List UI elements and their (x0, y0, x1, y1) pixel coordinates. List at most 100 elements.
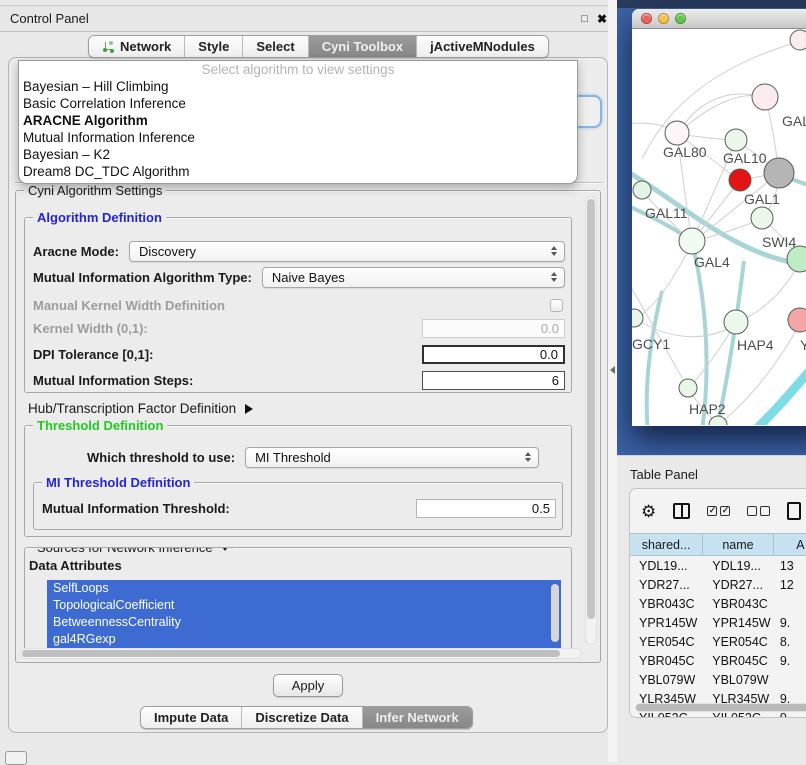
table-row[interactable]: YDR27...YDR27...12 (630, 575, 806, 594)
tab-jactivemnodules[interactable]: jActiveMNodules (417, 36, 548, 57)
mi-threshold-group: MI Threshold Definition Mutual Informati… (33, 482, 563, 530)
close-traffic-light[interactable] (641, 13, 652, 24)
hub-definition-expander[interactable]: Hub/Transcription Factor Definition (28, 401, 253, 416)
control-panel-titlebar: Control Panel □ ✖ (0, 5, 617, 32)
manual-kernel-checkbox[interactable] (550, 299, 563, 312)
dpi-tolerance-input[interactable] (422, 345, 565, 364)
mi-type-combo[interactable]: Naive Bayes (262, 267, 565, 288)
network-edge[interactable] (636, 242, 692, 319)
table-row[interactable]: YPR145WYPR145W9. (630, 613, 806, 632)
table-row[interactable]: YER054CYER054C8. (630, 632, 806, 651)
cyni-algorithm-settings-group: Cyni Algorithm Settings Algorithm Defini… (15, 190, 601, 663)
algorithm-option[interactable]: Dream8 DC_TDC Algorithm (19, 163, 577, 180)
network-node[interactable] (679, 228, 705, 254)
network-window-titlebar[interactable] (632, 9, 806, 29)
network-node[interactable] (752, 84, 778, 110)
algorithm-definition-group: Algorithm Definition Aracne Mode: Discov… (24, 217, 572, 393)
mi-threshold-input[interactable] (416, 499, 556, 518)
algorithm-option[interactable]: Mutual Information Inference (19, 129, 577, 146)
column-header[interactable]: name (703, 534, 774, 555)
network-node[interactable] (724, 310, 748, 334)
tab-cyni-toolbox[interactable]: Cyni Toolbox (309, 36, 417, 57)
column-header[interactable]: A (774, 534, 806, 555)
network-node[interactable] (709, 416, 727, 425)
settings-vertical-scrollbar[interactable] (585, 196, 597, 645)
zoom-traffic-light[interactable] (675, 13, 686, 24)
attribute-item[interactable]: SelfLoops (47, 580, 561, 597)
scrollbar-thumb[interactable] (22, 650, 560, 657)
table-cell: YBL079W (630, 673, 703, 687)
sources-title[interactable]: Sources for Network Inference (33, 547, 234, 555)
network-node[interactable] (751, 207, 773, 229)
expanded-arrow-icon (220, 547, 230, 551)
document-icon[interactable] (787, 502, 801, 520)
tab-style[interactable]: Style (185, 36, 243, 57)
algorithm-option[interactable]: Bayesian – K2 (19, 146, 577, 163)
tab-discretize-data[interactable]: Discretize Data (242, 707, 362, 728)
list-scrollbar-thumb[interactable] (551, 584, 559, 642)
network-graph[interactable]: GALGAL80GAL10GAL1GAL11SWI4GAL4GCY1HAP4YH… (632, 29, 806, 425)
checked-boxes-icon[interactable] (707, 506, 730, 516)
kernel-width-input[interactable] (422, 319, 565, 338)
tab-select[interactable]: Select (243, 36, 308, 57)
network-node[interactable] (729, 169, 751, 191)
table-horizontal-scrollbar[interactable] (635, 703, 806, 712)
float-window-icon[interactable]: □ (581, 13, 588, 25)
table-cell: YER054C (630, 635, 703, 649)
network-canvas[interactable]: GALGAL80GAL10GAL1GAL11SWI4GAL4GCY1HAP4YH… (632, 29, 806, 425)
table-cell: 9. (774, 654, 806, 668)
settings-horizontal-scrollbar[interactable] (20, 648, 582, 659)
splitter-collapse-arrow[interactable] (610, 366, 615, 374)
panel-splitter[interactable] (608, 0, 617, 762)
collapsed-panel-icon[interactable] (5, 751, 27, 765)
network-node[interactable] (725, 129, 747, 151)
table-row[interactable]: YBR043CYBR043C (630, 594, 806, 613)
scrollbar-thumb[interactable] (636, 704, 806, 711)
table-cell: 8. (774, 635, 806, 649)
scrollbar-thumb[interactable] (587, 199, 595, 619)
node-label: Y (800, 337, 806, 353)
mi-steps-input[interactable] (422, 371, 565, 390)
algorithm-option[interactable]: Basic Correlation Inference (19, 95, 577, 112)
network-desktop: GALGAL80GAL10GAL1GAL11SWI4GAL4GCY1HAP4YH… (617, 0, 806, 455)
algorithm-option[interactable]: ARACNE Algorithm (19, 112, 577, 129)
table-row[interactable]: YDL19...YDL19...13 (630, 556, 806, 575)
table-row[interactable]: YBL079WYBL079W (630, 670, 806, 689)
which-threshold-combo[interactable]: MI Threshold (245, 447, 539, 468)
gear-icon[interactable]: ⚙ (641, 503, 656, 520)
column-header[interactable]: shared... (630, 534, 703, 555)
algorithm-dropdown-popup: Select algorithm to view settings Bayesi… (18, 60, 578, 184)
network-node[interactable] (764, 158, 794, 188)
tab-impute-data[interactable]: Impute Data (141, 707, 242, 728)
algorithm-option[interactable]: Bayesian – Hill Climbing (19, 78, 577, 95)
right-region: GALGAL80GAL10GAL1GAL11SWI4GAL4GCY1HAP4YH… (617, 0, 806, 762)
network-edge[interactable] (752, 357, 806, 425)
network-view-window[interactable]: GALGAL80GAL10GAL1GAL11SWI4GAL4GCY1HAP4YH… (632, 9, 806, 426)
network-node[interactable] (665, 121, 689, 145)
split-columns-icon[interactable] (673, 503, 690, 519)
network-node[interactable] (790, 30, 806, 50)
table-cell: YBR043C (703, 597, 774, 611)
table-header-row: shared...nameA (630, 533, 806, 556)
data-attributes-list[interactable]: SelfLoopsTopologicalCoefficientBetweenne… (47, 580, 561, 655)
apply-button[interactable]: Apply (273, 674, 343, 697)
network-node[interactable] (788, 308, 806, 332)
attribute-item[interactable]: gal4RGexp (47, 631, 561, 648)
minimize-traffic-light[interactable] (658, 13, 669, 24)
sources-title-text: Sources for Network Inference (37, 547, 213, 555)
network-node[interactable] (632, 309, 643, 327)
close-icon[interactable]: ✖ (597, 12, 607, 26)
network-node[interactable] (679, 379, 697, 397)
aracne-mode-combo[interactable]: Discovery (129, 241, 565, 262)
settings-group-title: Cyni Algorithm Settings (24, 183, 166, 198)
table-row[interactable]: YBR045CYBR045C9. (630, 651, 806, 670)
attribute-item[interactable]: TopologicalCoefficient (47, 597, 561, 614)
network-node[interactable] (633, 181, 651, 199)
tab-infer-network[interactable]: Infer Network (363, 707, 472, 728)
network-edge[interactable] (647, 291, 662, 425)
table-cell: 13 (774, 559, 806, 573)
unchecked-boxes-icon[interactable] (747, 506, 770, 516)
network-edge[interactable] (677, 96, 765, 134)
tab-network[interactable]: Network (89, 36, 185, 57)
attribute-item[interactable]: BetweennessCentrality (47, 614, 561, 631)
